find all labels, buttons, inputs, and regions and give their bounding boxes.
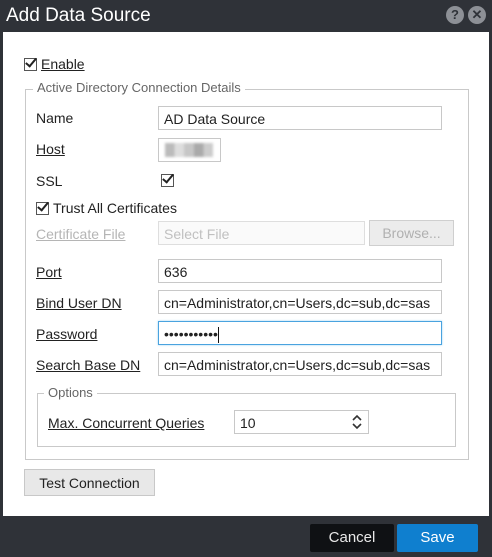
password-masked-value: ••••••••••• [164,326,218,342]
bind-user-dn-input[interactable]: cn=Administrator,cn=Users,dc=sub,dc=sas [158,290,442,314]
name-input[interactable]: AD Data Source [158,106,442,130]
search-base-dn-label: Search Base DN [36,357,141,373]
titlebar-icons: ? ✕ [446,6,486,24]
password-label: Password [36,326,98,342]
options-legend: Options [44,385,97,400]
connection-details-legend: Active Directory Connection Details [33,80,245,95]
ssl-label: SSL [36,173,63,189]
trust-checkbox-box[interactable] [36,201,49,215]
certificate-file-label: Certificate File [36,226,126,242]
add-data-source-dialog: Add Data Source ? ✕ Enable Active Direct… [0,0,492,557]
trust-certificates-checkbox[interactable]: Trust All Certificates [36,200,177,216]
trust-label: Trust All Certificates [53,200,177,216]
ssl-checkbox[interactable] [161,174,174,187]
test-connection-button[interactable]: Test Connection [24,469,155,496]
port-input[interactable]: 636 [158,259,442,283]
enable-checkbox[interactable]: Enable [24,56,85,72]
ssl-checkbox-box[interactable] [161,174,174,187]
password-input[interactable]: ••••••••••• [158,321,442,345]
browse-button: Browse... [369,220,454,246]
max-concurrent-queries-value: 10 [240,415,256,431]
host-label: Host [36,141,65,157]
spinner-arrows-icon[interactable] [352,414,362,430]
close-icon[interactable]: ✕ [468,6,486,24]
certificate-file-input: Select File [158,221,365,245]
search-base-dn-input[interactable]: cn=Administrator,cn=Users,dc=sub,dc=sas [158,352,442,376]
name-label: Name [36,110,74,126]
cancel-button[interactable]: Cancel [310,524,394,552]
max-concurrent-queries-spinner[interactable]: 10 [234,410,369,434]
bind-user-dn-label: Bind User DN [36,295,122,311]
host-input[interactable] [158,138,221,162]
dialog-body: Enable Active Directory Connection Detai… [3,32,489,516]
max-concurrent-queries-label: Max. Concurrent Queries [48,415,205,431]
text-cursor [217,327,219,344]
dialog-footer: Cancel Save [0,516,492,557]
dialog-title: Add Data Source [6,5,151,26]
titlebar: Add Data Source ? ✕ [0,0,492,32]
port-label: Port [36,264,62,280]
enable-checkbox-box[interactable] [24,57,37,71]
host-redacted-value [165,143,213,157]
help-icon[interactable]: ? [446,6,464,24]
enable-label: Enable [41,56,85,72]
save-button[interactable]: Save [397,524,478,552]
